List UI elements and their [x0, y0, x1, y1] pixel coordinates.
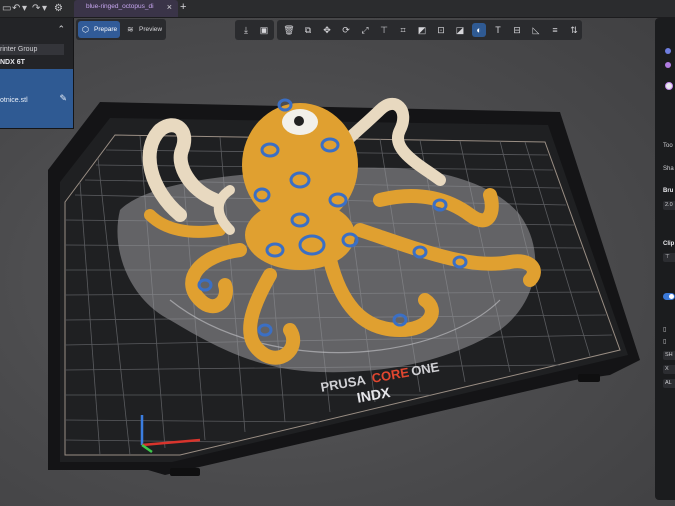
- tab-project[interactable]: blue-ringed_octopus_di ×: [74, 0, 178, 17]
- tool-label: Too: [663, 143, 673, 149]
- place-face-icon[interactable]: ◩: [415, 23, 429, 37]
- delete-icon[interactable]: 🗑: [282, 23, 296, 37]
- sidebar-toggle-icon[interactable]: ▭: [2, 2, 11, 15]
- layers-icon: ≋: [127, 25, 134, 34]
- brush-label: Bru: [663, 188, 674, 194]
- settings-icon[interactable]: ⚙: [54, 2, 63, 15]
- svg-icon[interactable]: ⊟: [510, 23, 524, 37]
- layers-icon[interactable]: ≡: [548, 23, 562, 37]
- right-settings-panel: Too Sha Bru 2.0 Clip ⊤ ▯ ▯ SH X AL: [655, 18, 675, 500]
- move-icon[interactable]: ✥: [320, 23, 334, 37]
- cube-icon: ⬡: [82, 25, 89, 34]
- mode-switch: ⬡ Prepare ≋ Preview: [76, 19, 166, 40]
- tab-title: blue-ringed_octopus_di: [86, 3, 154, 10]
- shape-label: Sha: [663, 166, 674, 172]
- list-item-object[interactable]: otnice.stl ✎: [0, 69, 73, 128]
- redo-icon[interactable]: ↷: [32, 2, 40, 15]
- measure-icon[interactable]: ◺: [529, 23, 543, 37]
- undo-icon[interactable]: ↶: [12, 2, 20, 15]
- clip-label: Clip: [663, 241, 675, 247]
- brush-size-input[interactable]: 2.0: [663, 201, 675, 210]
- import-icon[interactable]: ⤓: [239, 23, 253, 37]
- dropdown-icon[interactable]: ▾: [42, 2, 47, 15]
- height-range-icon[interactable]: ⇅: [567, 23, 581, 37]
- mouse-icon: ▯: [663, 327, 667, 333]
- object-filename: otnice.stl: [0, 97, 28, 104]
- toggle-switch[interactable]: [663, 293, 675, 300]
- support-paint-icon[interactable]: ◪: [453, 23, 467, 37]
- tab-preview-label: Preview: [139, 26, 163, 33]
- color-swatch-icon[interactable]: [665, 82, 673, 90]
- close-icon[interactable]: ×: [167, 2, 172, 12]
- paint-icon[interactable]: ✎: [59, 93, 67, 104]
- printer-group-label[interactable]: rinter Group: [0, 44, 64, 55]
- collapse-icon[interactable]: ⌃: [57, 24, 65, 35]
- seam-icon[interactable]: ⊡: [434, 23, 448, 37]
- extruder-icon[interactable]: [665, 48, 671, 54]
- tab-preview[interactable]: ≋ Preview: [123, 21, 165, 38]
- save-icon[interactable]: ▣: [257, 23, 271, 37]
- cut-icon[interactable]: ⌗: [396, 23, 410, 37]
- tab-prepare-label: Prepare: [94, 26, 118, 33]
- dropdown-icon[interactable]: ▾: [22, 2, 27, 15]
- align-icon[interactable]: ⊤: [377, 23, 391, 37]
- import-toolbar: ⤓ ▣: [235, 20, 274, 40]
- text-icon[interactable]: T: [491, 23, 505, 37]
- title-bar: ▭ ↶ ▾ ↷ ▾ ⚙ blue-ringed_octopus_di × +: [0, 0, 675, 18]
- add-tab-icon[interactable]: +: [180, 1, 186, 13]
- object-list-panel: ⌃ rinter Group NDX 6T otnice.stl ✎: [0, 18, 74, 129]
- scale-icon[interactable]: ⤢: [358, 23, 372, 37]
- copy-icon[interactable]: ⧉: [301, 23, 315, 37]
- shortcut-key: X: [663, 365, 675, 374]
- object-toolbar: 🗑 ⧉ ✥ ⟳ ⤢ ⊤ ⌗ ◩ ⊡ ◪ ◐ T ⊟ ◺ ≡ ⇅: [277, 20, 582, 40]
- 3d-viewport[interactable]: PRUSA CORE ONE INDX: [0, 0, 675, 506]
- rotate-icon[interactable]: ⟳: [339, 23, 353, 37]
- shortcut-key: AL: [663, 379, 675, 388]
- shortcut-key: SH: [663, 351, 675, 360]
- color-paint-icon[interactable]: ◐: [472, 23, 486, 37]
- extruder-icon[interactable]: [665, 62, 671, 68]
- clip-button[interactable]: ⊤: [663, 253, 675, 262]
- printer-name[interactable]: NDX 6T: [0, 59, 25, 66]
- tab-prepare[interactable]: ⬡ Prepare: [78, 21, 120, 38]
- mouse-icon: ▯: [663, 339, 667, 345]
